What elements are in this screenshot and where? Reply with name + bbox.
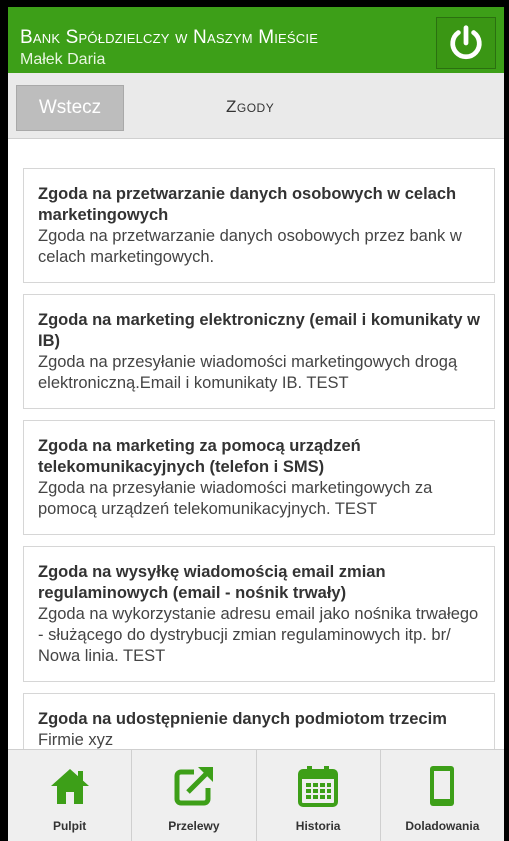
consent-description: Firmie xyz (38, 731, 114, 749)
nav-pulpit[interactable]: Pulpit (8, 750, 133, 841)
toolbar: Wstecz Zgody (8, 73, 504, 139)
consent-title: Zgoda na przetwarzanie danych osobowych … (38, 185, 457, 224)
back-button[interactable]: Wstecz (16, 85, 124, 131)
consent-title: Zgoda na wysyłkę wiadomością email zmian… (38, 563, 386, 602)
consent-title: Zgoda na marketing za pomocą urządzeń te… (38, 437, 361, 476)
transfer-icon (172, 764, 216, 813)
nav-label: Doladowania (405, 819, 480, 833)
logout-button[interactable] (436, 17, 496, 69)
consent-item[interactable]: Zgoda na marketing za pomocą urządzeń te… (23, 420, 495, 535)
consent-description: Zgoda na przetwarzanie danych osobowych … (38, 227, 462, 266)
consent-item[interactable]: Zgoda na marketing elektroniczny (email … (23, 294, 495, 409)
consent-list: Zgoda na przetwarzanie danych osobowych … (8, 168, 504, 750)
consent-title: Zgoda na marketing elektroniczny (email … (38, 311, 480, 350)
home-icon (48, 764, 92, 813)
user-name: Małek Daria (20, 51, 106, 68)
power-icon (450, 25, 482, 60)
consent-item[interactable]: Zgoda na wysyłkę wiadomością email zmian… (23, 546, 495, 682)
consent-description: Zgoda na przesyłanie wiadomości marketin… (38, 479, 433, 518)
consent-description: Zgoda na przesyłanie wiadomości marketin… (38, 353, 458, 392)
consent-item[interactable]: Zgoda na przetwarzanie danych osobowych … (23, 168, 495, 283)
nav-przelewy[interactable]: Przelewy (132, 750, 257, 841)
nav-doladowania[interactable]: Doladowania (381, 750, 504, 841)
consent-item[interactable]: Zgoda na udostępnienie danych podmiotom … (23, 693, 495, 750)
bank-name: Bank Spółdzielczy w Naszym Mieście (20, 27, 319, 48)
consent-description: Zgoda na wykorzystanie adresu email jako… (38, 605, 479, 665)
phone-icon (420, 764, 464, 813)
nav-historia[interactable]: Historia (257, 750, 381, 841)
app-header: Bank Spółdzielczy w Naszym Mieście Małek… (8, 0, 504, 73)
calendar-icon (296, 764, 340, 813)
page-title: Zgody (226, 97, 275, 116)
bottom-navigation: Pulpit Przelewy Historia Doladowania (8, 749, 504, 841)
nav-label: Przelewy (168, 819, 220, 833)
nav-label: Historia (295, 819, 341, 833)
consent-title: Zgoda na udostępnienie danych podmiotom … (38, 710, 447, 728)
nav-label: Pulpit (52, 819, 87, 833)
